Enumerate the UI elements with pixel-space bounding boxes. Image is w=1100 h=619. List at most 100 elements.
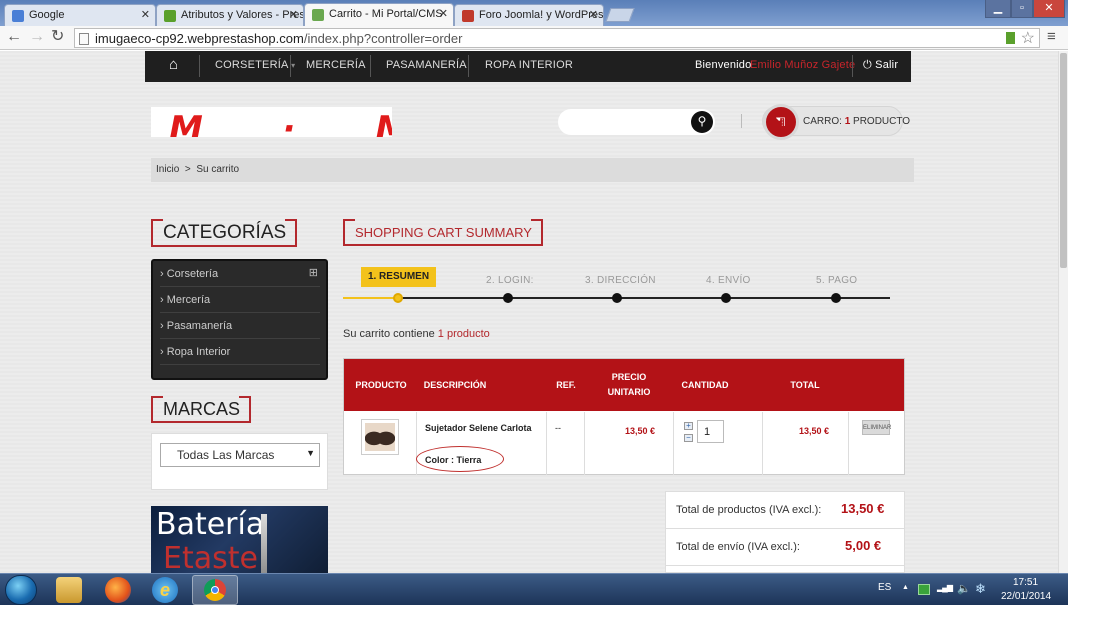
cart-icon: ⛠: [763, 104, 799, 140]
total-shipping-label: Total de envío (IVA excl.):: [676, 541, 800, 553]
col-header-cantidad: CANTIDAD: [681, 380, 729, 390]
nav-divider: [199, 55, 200, 77]
windows-taskbar: e ES ▲ ▂▄▆ 🔈 ❄ 17:51 22/01/2014: [0, 573, 1068, 605]
menu-icon[interactable]: ≡: [1047, 28, 1056, 46]
total-products-label: Total de productos (IVA excl.):: [676, 504, 822, 516]
logout-link[interactable]: ⏻ Salir: [863, 59, 898, 72]
network-signal-icon[interactable]: ▂▄▆: [937, 583, 953, 592]
nav-item-corseteria[interactable]: CORSETERÍA ▾: [215, 59, 295, 71]
google-favicon-icon: [12, 10, 24, 22]
maximize-button[interactable]: ▫: [1011, 0, 1033, 18]
tab-google[interactable]: Google ✕: [4, 4, 156, 26]
logo-text: M · M: [169, 109, 392, 137]
category-label: Corsetería: [166, 268, 219, 280]
clock-time[interactable]: 17:51: [1013, 577, 1038, 588]
volume-icon[interactable]: 🔈: [957, 582, 971, 595]
minimize-button[interactable]: ▁: [985, 0, 1011, 18]
nav-divider: [468, 55, 469, 77]
page-title: SHOPPING CART SUMMARY: [343, 219, 543, 246]
nav-item-ropa-interior[interactable]: ROPA INTERIOR: [485, 59, 573, 71]
delete-button[interactable]: ELIMINAR: [862, 420, 891, 435]
internet-explorer-icon[interactable]: e: [152, 577, 178, 603]
col-divider: [762, 412, 763, 475]
step-pago: 5. PAGO: [816, 275, 858, 286]
category-corseteria[interactable]: › Corsetería: [160, 268, 218, 280]
bra-image: [365, 423, 395, 451]
step-login: 2. LOGIN:: [486, 275, 534, 286]
tab-title: Foro Joomla! y WordPress: [479, 9, 604, 21]
total-shipping-row: Total de envío (IVA excl.): 5,00 €: [666, 529, 904, 566]
step-dot: [503, 293, 513, 303]
expand-plus-icon[interactable]: ⊞: [309, 266, 318, 279]
nav-divider: [852, 55, 853, 77]
breadcrumb-home[interactable]: Inicio: [156, 164, 179, 175]
chrome-icon-center: [211, 586, 219, 594]
col-divider: [546, 412, 547, 475]
windows-start-button[interactable]: [5, 575, 37, 605]
progress-line-done: [343, 297, 399, 299]
cart-unit: PRODUCTO: [853, 116, 911, 127]
cart-block[interactable]: ⛠ CARRO: 1 PRODUCTO: [762, 104, 910, 140]
total-products-row: Total de productos (IVA excl.): 13,50 €: [666, 492, 904, 529]
category-pasamaneria[interactable]: › Pasamanería: [160, 320, 232, 332]
clock-date[interactable]: 22/01/2014: [1001, 591, 1051, 602]
nav-item-pasamaneria[interactable]: PASAMANERÍA: [386, 59, 467, 71]
tab-close-icon[interactable]: ✕: [439, 7, 448, 20]
prestashop-extension-icon[interactable]: [1006, 32, 1015, 44]
file-explorer-icon[interactable]: [56, 577, 82, 603]
col-header-total: TOTAL: [790, 380, 820, 390]
category-ropa-interior[interactable]: › Ropa Interior: [160, 346, 230, 358]
total-shipping-value: 5,00 €: [845, 538, 882, 553]
language-indicator[interactable]: ES: [878, 582, 891, 593]
tab-close-icon[interactable]: ✕: [289, 8, 298, 21]
close-window-button[interactable]: ✕: [1033, 0, 1065, 18]
user-name-link[interactable]: Emilio Muñoz Gajete: [750, 59, 855, 71]
back-arrow-icon[interactable]: ←: [6, 28, 22, 46]
firefox-icon[interactable]: [105, 577, 131, 603]
tab-close-icon[interactable]: ✕: [589, 8, 598, 21]
scrollbar-thumb[interactable]: [1060, 53, 1067, 268]
tab-foro-joomla[interactable]: Foro Joomla! y WordPress ✕: [454, 4, 604, 26]
reload-icon[interactable]: ↻: [51, 28, 64, 46]
tray-expand-icon[interactable]: ▲: [902, 584, 909, 591]
url-host: imugaeco-cp92.webprestashop.com: [95, 31, 304, 46]
page-scrollbar[interactable]: [1058, 51, 1068, 573]
brands-block: Todas Las Marcas ▼: [151, 433, 328, 490]
battery-ad-banner[interactable]: Batería Etaste: [151, 506, 328, 573]
col-divider: [673, 412, 674, 475]
category-divider: [160, 338, 320, 339]
product-thumbnail[interactable]: [361, 419, 399, 455]
url-path: /index.php?controller=order: [303, 31, 463, 46]
tab-close-icon[interactable]: ✕: [141, 8, 150, 21]
bluetooth-tray-icon[interactable]: ❄: [975, 581, 986, 597]
quantity-input[interactable]: 1: [697, 420, 724, 443]
brands-select[interactable]: Todas Las Marcas ▼: [160, 443, 320, 467]
dropdown-caret-icon: ▾: [291, 61, 296, 70]
category-merceria[interactable]: › Mercería: [160, 294, 210, 306]
search-box[interactable]: ⚲: [558, 109, 715, 135]
tab-title: Carrito - Mi Portal/CMS: [329, 8, 443, 20]
forward-arrow-icon[interactable]: →: [29, 28, 45, 46]
bookmark-star-icon[interactable]: ☆: [1021, 28, 1035, 48]
url-input[interactable]: imugaeco-cp92.webprestashop.com/index.ph…: [74, 28, 1040, 48]
search-input[interactable]: [568, 114, 688, 130]
tab-atributos[interactable]: Atributos y Valores - Prest ✕: [156, 4, 304, 26]
qty-decrease-icon[interactable]: −: [684, 434, 693, 442]
cart-summary-text: CARRO: 1 PRODUCTO: [803, 116, 910, 127]
tab-carrito-active[interactable]: Carrito - Mi Portal/CMS ✕: [304, 3, 454, 26]
select-arrow-icon: ▼: [306, 448, 315, 458]
nav-item-merceria[interactable]: MERCERÍA: [306, 59, 366, 71]
header-divider: [741, 114, 742, 128]
bullet-icon: ›: [160, 294, 164, 306]
tray-app-icon[interactable]: [918, 584, 930, 595]
product-name-link[interactable]: Sujetador Selene Carlota: [425, 423, 532, 433]
chrome-taskbar-button[interactable]: [192, 575, 238, 605]
new-tab-button[interactable]: [605, 8, 635, 22]
step-dot: [831, 293, 841, 303]
brands-select-value: Todas Las Marcas: [177, 448, 275, 462]
search-icon[interactable]: ⚲: [691, 111, 713, 133]
home-icon[interactable]: ⌂: [169, 56, 178, 73]
col-divider: [584, 412, 585, 475]
qty-increase-icon[interactable]: +: [684, 422, 693, 430]
site-logo[interactable]: M · M: [151, 107, 392, 137]
